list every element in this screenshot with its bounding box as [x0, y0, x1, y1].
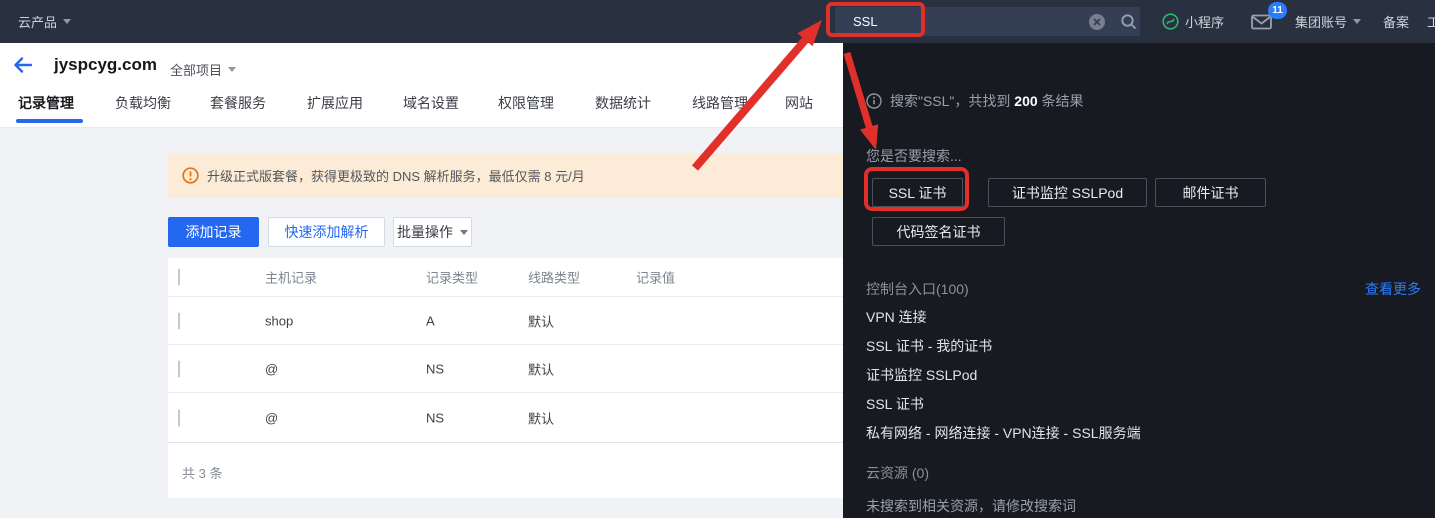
app-window: 云产品 小程序 11 集团账号	[0, 0, 1435, 518]
batch-operations-dropdown[interactable]: 批量操作	[393, 217, 472, 247]
info-icon	[866, 93, 882, 109]
column-header-type: 记录类型	[426, 268, 478, 287]
record-line: 默认	[528, 359, 554, 378]
record-count: 共 3 条	[182, 463, 222, 482]
search-result-panel: 搜索"SSL"，共找到 200 条结果 您是否要搜索... SSL 证书 证书监…	[843, 43, 1435, 518]
view-more-link[interactable]: 查看更多	[1365, 279, 1421, 299]
clear-search-icon[interactable]	[1088, 13, 1106, 31]
record-host: shop	[265, 313, 293, 328]
clipped-menu-item[interactable]: 工	[1427, 0, 1435, 43]
select-all-checkbox[interactable]	[178, 269, 180, 286]
mini-program-label: 小程序	[1185, 12, 1224, 31]
message-count-badge: 11	[1268, 2, 1287, 19]
console-entry-link[interactable]: 私有网络 - 网络连接 - VPN连接 - SSL服务端	[866, 425, 1141, 442]
column-header-line: 线路类型	[528, 268, 580, 287]
chevron-down-icon	[63, 19, 71, 24]
suggestion-sslpod-button[interactable]: 证书监控 SSLPod	[988, 178, 1147, 207]
record-host: @	[265, 410, 278, 425]
console-entry-link[interactable]: SSL 证书	[866, 396, 1141, 413]
table-footer: 共 3 条	[168, 442, 843, 498]
tab-domain-settings[interactable]: 域名设置	[403, 93, 459, 113]
suggestion-code-sign-button[interactable]: 代码签名证书	[872, 217, 1005, 246]
record-line: 默认	[528, 408, 554, 427]
console-entry-link[interactable]: 证书监控 SSLPod	[866, 367, 1141, 384]
chevron-down-icon	[228, 67, 236, 72]
global-search-box[interactable]	[835, 7, 1140, 36]
cloud-resources-title: 云资源 (0)	[866, 463, 929, 483]
table-header-row: 主机记录 记录类型 线路类型 记录值	[168, 258, 843, 296]
record-table: 主机记录 记录类型 线路类型 记录值 shop A 默认 @ NS 默认 @ N…	[168, 258, 843, 498]
beian-label: 备案	[1383, 12, 1409, 31]
mail-icon	[1251, 14, 1272, 30]
tab-permission-management[interactable]: 权限管理	[498, 93, 554, 113]
row-checkbox-disabled	[178, 409, 180, 426]
mini-program-icon	[1162, 13, 1179, 30]
record-line: 默认	[528, 311, 554, 330]
table-row: @ NS 默认	[168, 392, 843, 442]
console-entry-link[interactable]: VPN 连接	[866, 309, 1141, 326]
cloud-products-menu[interactable]: 云产品	[18, 0, 71, 43]
column-header-value: 记录值	[636, 268, 675, 287]
tab-package-service[interactable]: 套餐服务	[210, 93, 266, 113]
chevron-down-icon	[460, 230, 468, 235]
group-account-menu[interactable]: 集团账号	[1295, 0, 1361, 43]
page-title: jyspcyg.com	[54, 55, 157, 75]
suggest-heading: 您是否要搜索...	[866, 146, 962, 166]
record-type: NS	[426, 410, 444, 425]
cloud-products-label: 云产品	[18, 12, 57, 31]
chevron-down-icon	[1353, 19, 1361, 24]
add-record-button[interactable]: 添加记录	[168, 217, 259, 247]
beian-menu[interactable]: 备案	[1383, 0, 1409, 43]
record-type: NS	[426, 361, 444, 376]
tab-extension-app[interactable]: 扩展应用	[307, 93, 363, 113]
row-checkbox[interactable]	[178, 312, 180, 329]
tab-line-management[interactable]: 线路管理	[692, 93, 748, 113]
upgrade-banner: 升级正式版套餐，获得更极致的 DNS 解析服务，最低仅需 8 元/月	[168, 153, 843, 198]
suggestion-ssl-cert-button[interactable]: SSL 证书	[872, 178, 963, 207]
active-tab-indicator	[16, 119, 83, 123]
tab-data-statistics[interactable]: 数据统计	[595, 93, 651, 113]
tab-website[interactable]: 网站	[785, 93, 813, 113]
project-filter-dropdown[interactable]: 全部项目	[170, 60, 236, 79]
console-entry-list: VPN 连接 SSL 证书 - 我的证书 证书监控 SSLPod SSL 证书 …	[866, 309, 1141, 454]
result-count: 200	[1014, 93, 1037, 109]
topbar: 云产品 小程序 11 集团账号	[0, 0, 1435, 43]
cloud-resources-empty-message: 未搜索到相关资源，请修改搜索词	[866, 496, 1076, 516]
record-host: @	[265, 361, 278, 376]
suggestion-email-cert-button[interactable]: 邮件证书	[1155, 178, 1266, 207]
record-type: A	[426, 313, 435, 328]
column-header-host: 主机记录	[265, 268, 317, 287]
quick-add-button[interactable]: 快速添加解析	[268, 217, 385, 247]
tab-load-balance[interactable]: 负载均衡	[115, 93, 171, 113]
table-row: @ NS 默认	[168, 344, 843, 392]
mini-program-menu[interactable]: 小程序	[1162, 0, 1224, 43]
back-arrow-button[interactable]	[12, 55, 34, 75]
console-entry-link[interactable]: SSL 证书 - 我的证书	[866, 338, 1141, 355]
console-entries-title: 控制台入口(100)	[866, 279, 969, 299]
search-summary: 搜索"SSL"，共找到 200 条结果	[866, 91, 1084, 111]
search-input[interactable]	[835, 14, 1065, 29]
table-row: shop A 默认	[168, 296, 843, 344]
warning-icon	[182, 167, 199, 184]
banner-message: 升级正式版套餐，获得更极致的 DNS 解析服务，最低仅需 8 元/月	[207, 166, 585, 185]
row-checkbox-disabled	[178, 360, 180, 377]
tab-record-management[interactable]: 记录管理	[18, 93, 74, 113]
page-header: jyspcyg.com 全部项目 记录管理 负载均衡 套餐服务 扩展应用 域名设…	[0, 43, 843, 128]
search-icon[interactable]	[1120, 13, 1138, 31]
group-account-label: 集团账号	[1295, 12, 1347, 31]
